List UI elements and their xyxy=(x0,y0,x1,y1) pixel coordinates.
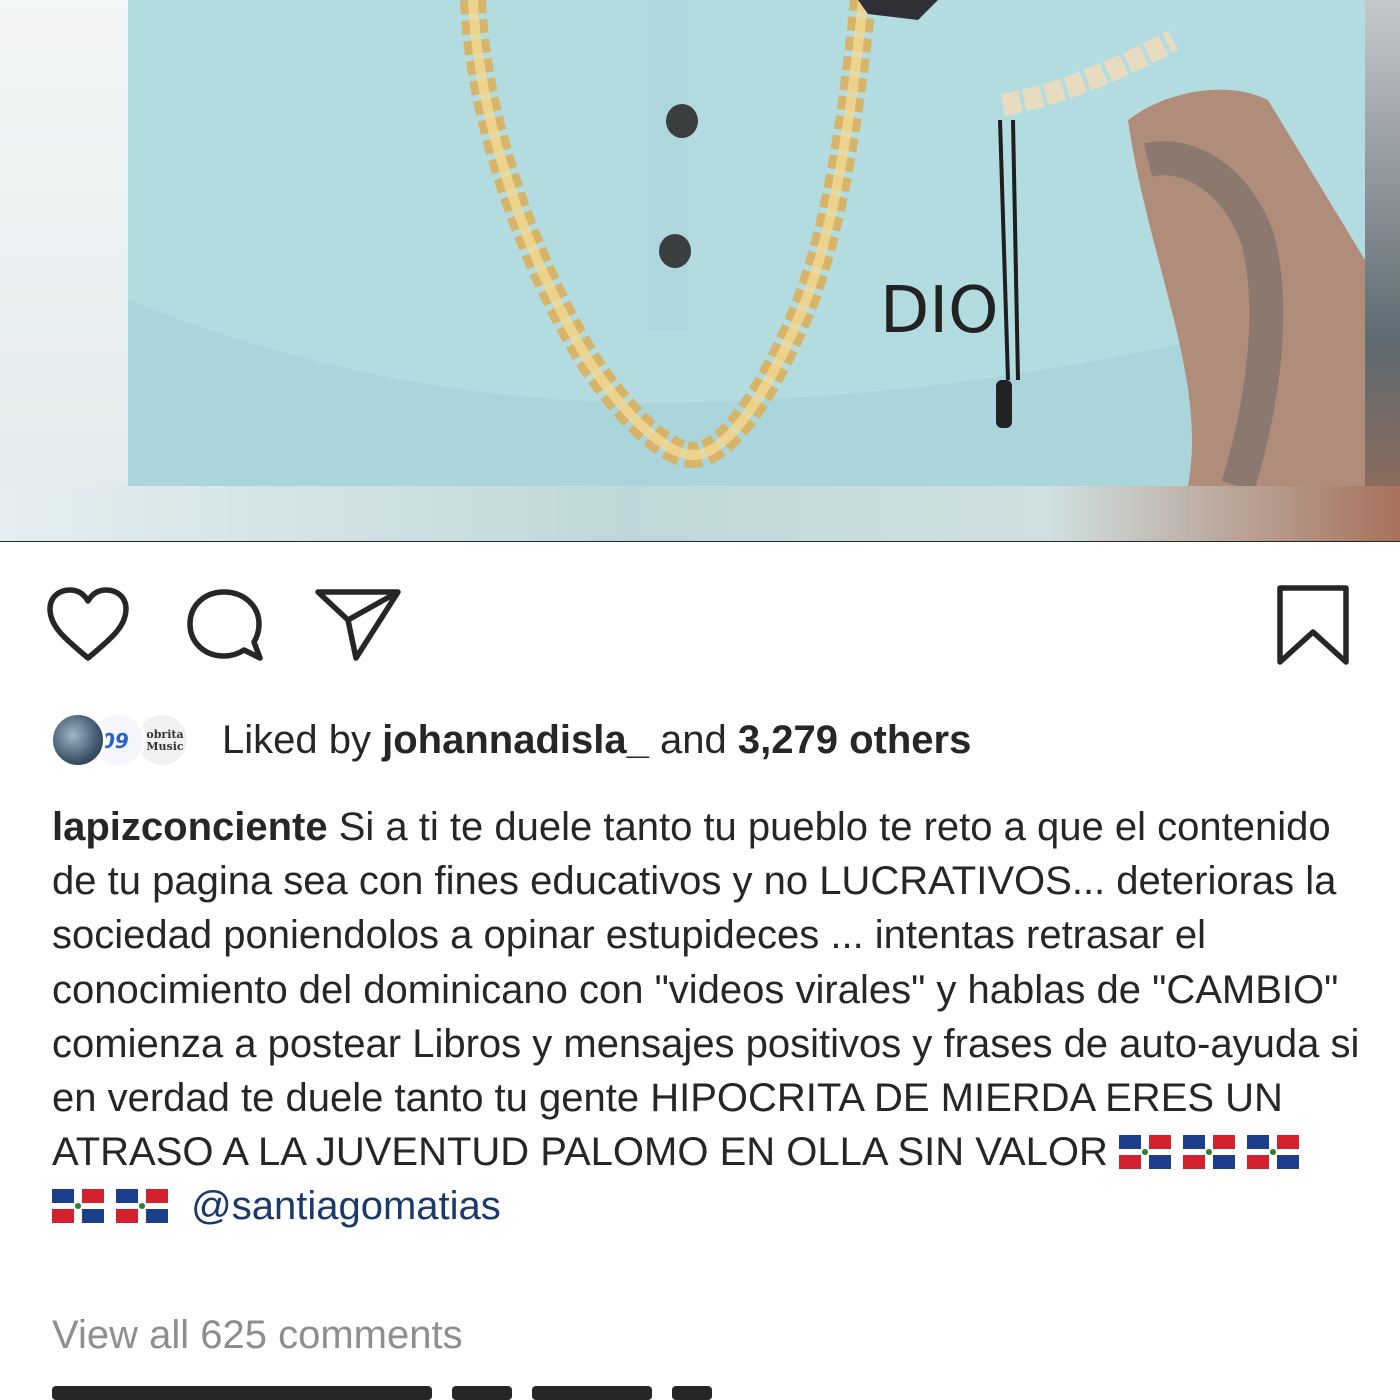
shirt-button xyxy=(666,104,698,138)
view-all-comments-link[interactable]: View all 625 comments xyxy=(52,1308,463,1362)
post-photo[interactable]: DIO xyxy=(0,0,1400,542)
photo-background-left xyxy=(0,0,128,486)
paper-plane-icon xyxy=(315,589,401,661)
caption-text: Si a ti te duele tanto tu pueblo te reto… xyxy=(52,805,1360,1175)
next-comment-cutoff xyxy=(52,1378,832,1400)
liked-by-others-link[interactable]: 3,279 others xyxy=(738,718,971,762)
dominican-flag-icon xyxy=(1119,1135,1172,1170)
share-button[interactable] xyxy=(312,584,404,664)
caption-username-link[interactable]: lapizconciente xyxy=(52,805,328,849)
shirt-logo: DIO xyxy=(880,274,999,348)
avatar-text: obrita Music xyxy=(146,728,184,753)
photo-illustration: DIO xyxy=(128,0,1365,486)
comment-bubble-icon xyxy=(187,589,263,661)
dominican-flag-icon xyxy=(116,1189,168,1224)
avatar xyxy=(50,712,106,768)
comment-button[interactable] xyxy=(182,584,268,664)
liked-by-and: and xyxy=(659,718,727,762)
liked-by-line[interactable]: Liked by johannadisla_ and 3,279 others xyxy=(222,714,971,766)
photo-background-right xyxy=(1365,0,1400,486)
dominican-flag-icon xyxy=(1247,1135,1300,1170)
caption-mention-link[interactable]: @santiagomatias xyxy=(191,1184,501,1228)
dominican-flag-icon xyxy=(52,1189,104,1224)
liked-by-prefix: Liked by xyxy=(222,718,371,762)
liker-avatars[interactable]: 09 obrita Music xyxy=(50,712,210,772)
like-button[interactable] xyxy=(44,584,132,664)
photo-divider xyxy=(0,541,1400,542)
shirt-button xyxy=(659,234,691,268)
liked-by-user-link[interactable]: johannadisla_ xyxy=(382,718,649,762)
save-button[interactable] xyxy=(1272,582,1354,668)
heart-icon xyxy=(47,587,129,661)
bookmark-icon xyxy=(1277,585,1349,665)
photo-background-bottom xyxy=(0,486,1400,542)
photo-content: DIO xyxy=(128,0,1365,486)
dominican-flag-icon xyxy=(1183,1135,1236,1170)
post-caption: lapizconciente Si a ti te duele tanto tu… xyxy=(52,800,1372,1234)
